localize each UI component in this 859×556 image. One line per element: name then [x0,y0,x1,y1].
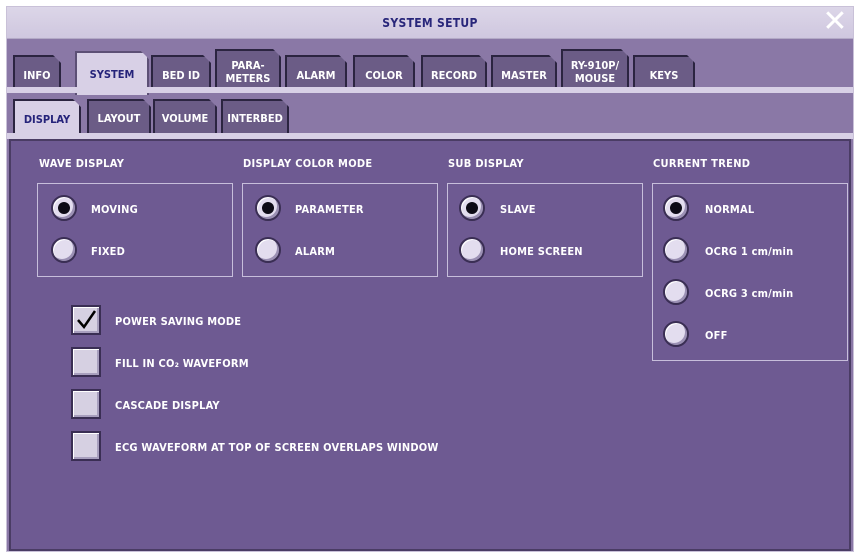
radio-fixed-label: FIXED [91,245,126,258]
display-settings-panel: WAVE DISPLAY MOVING FIXED DISPLAY COLOR … [9,139,851,551]
subtab-display[interactable]: DISPLAY [13,99,81,137]
sub-display-title: SUB DISPLAY [448,157,524,170]
radio-slave[interactable] [459,195,485,221]
radio-off[interactable] [663,321,689,347]
current-trend-title: CURRENT TREND [653,157,751,170]
checkmark-icon [77,310,97,330]
window-title: SYSTEM SETUP [382,16,478,30]
subtab-volume[interactable]: VOLUME [153,99,217,135]
subtab-interbed[interactable]: INTERBED [221,99,289,135]
checkbox-fill-co2-waveform-label: FILL IN CO₂ WAVEFORM [115,357,249,370]
checkbox-cascade-display-label: CASCADE DISPLAY [115,399,220,412]
radio-parameter[interactable] [255,195,281,221]
radio-fixed[interactable] [51,237,77,263]
radio-moving[interactable] [51,195,77,221]
radio-home-screen-label: HOME SCREEN [500,245,583,258]
radio-ocrg-1-label: OCRG 1 cm/min [705,245,794,258]
subtab-layout[interactable]: LAYOUT [87,99,151,135]
checkbox-power-saving-mode[interactable] [71,305,101,335]
checkbox-ecg-overlap[interactable] [71,431,101,461]
radio-alarm[interactable] [255,237,281,263]
radio-normal[interactable] [663,195,689,221]
tabstrip-divider [7,87,853,93]
radio-home-screen[interactable] [459,237,485,263]
radio-off-label: OFF [705,329,728,342]
checkbox-power-saving-mode-label: POWER SAVING MODE [115,315,242,328]
checkbox-fill-co2-waveform[interactable] [71,347,101,377]
display-color-mode-title: DISPLAY COLOR MODE [243,157,373,170]
radio-ocrg-3[interactable] [663,279,689,305]
title-bar: SYSTEM SETUP ✕ [7,7,853,39]
radio-parameter-label: PARAMETER [295,203,364,216]
radio-alarm-label: ALARM [295,245,336,258]
checkbox-cascade-display[interactable] [71,389,101,419]
radio-ocrg-1[interactable] [663,237,689,263]
system-setup-window: SYSTEM SETUP ✕ INFO SYSTEM BED ID PARA- … [6,6,854,552]
radio-normal-label: NORMAL [705,203,755,216]
radio-slave-label: SLAVE [500,203,536,216]
checkbox-ecg-overlap-label: ECG WAVEFORM AT TOP OF SCREEN OVERLAPS W… [115,441,439,454]
radio-moving-label: MOVING [91,203,138,216]
radio-ocrg-3-label: OCRG 3 cm/min [705,287,794,300]
close-icon[interactable]: ✕ [821,7,849,37]
wave-display-title: WAVE DISPLAY [39,157,125,170]
